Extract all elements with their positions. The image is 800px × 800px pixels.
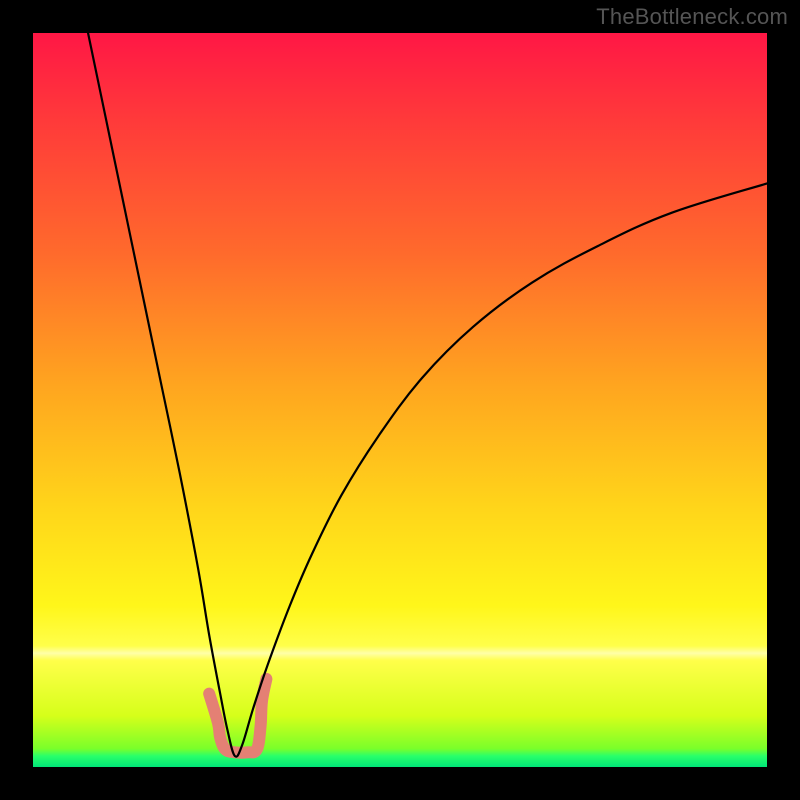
watermark-text: TheBottleneck.com [596, 4, 788, 30]
bottleneck-curve-chart [33, 33, 767, 767]
chart-frame: TheBottleneck.com [0, 0, 800, 800]
plot-area [33, 33, 767, 767]
gradient-background [33, 33, 767, 767]
